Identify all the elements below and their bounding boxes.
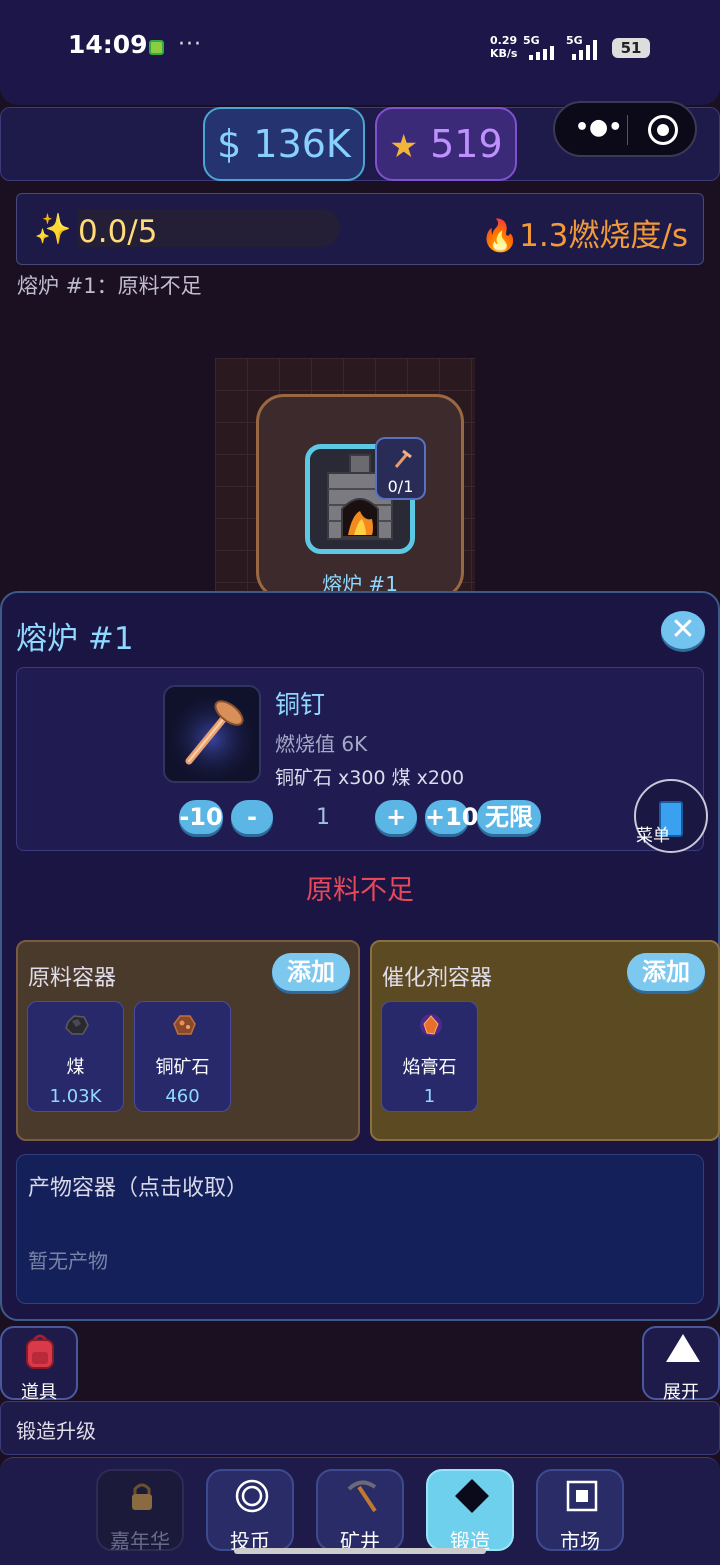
raw-slot-coal[interactable]: 煤 1.03K bbox=[27, 1001, 124, 1112]
catalyst-add-button[interactable]: 添加 bbox=[627, 953, 705, 991]
furnace-badge-count: 0/1 bbox=[387, 477, 414, 496]
tab-label: 市场 bbox=[560, 1529, 600, 1553]
diamond-icon bbox=[455, 1479, 489, 1513]
market-icon bbox=[566, 1480, 598, 1512]
panel-title: 熔炉 #1 bbox=[16, 621, 134, 657]
signal-bars-icon bbox=[525, 46, 561, 60]
money-display[interactable]: $ 136K bbox=[203, 107, 365, 181]
triangle-up-icon bbox=[666, 1334, 700, 1362]
home-indicator bbox=[234, 1548, 486, 1554]
raw-slot-copper-ore[interactable]: 铜矿石 460 bbox=[134, 1001, 231, 1112]
catalyst-slot-name: 焰膏石 bbox=[402, 1057, 457, 1078]
plus-button[interactable]: + bbox=[375, 800, 417, 834]
flame-stone-icon bbox=[420, 1014, 442, 1036]
minus-10-button[interactable]: -10 bbox=[179, 800, 223, 834]
money-value: $ 136K bbox=[217, 122, 351, 166]
product-empty-text: 暂无产物 bbox=[28, 1249, 108, 1273]
copper-nail-icon[interactable] bbox=[163, 685, 261, 783]
quantity-value[interactable]: 1 bbox=[300, 805, 346, 830]
tab-label: 嘉年华 bbox=[110, 1529, 170, 1553]
items-button[interactable]: 道具 bbox=[0, 1326, 78, 1403]
more-dots-icon[interactable]: •●• bbox=[575, 115, 622, 140]
tab-coin[interactable]: 投币 bbox=[206, 1469, 294, 1553]
expand-button[interactable]: 展开 bbox=[642, 1326, 720, 1403]
copper-ore-icon bbox=[173, 1015, 196, 1035]
recipe-name: 铜钉 bbox=[275, 690, 326, 719]
coal-icon bbox=[65, 1015, 89, 1035]
target-icon[interactable] bbox=[648, 115, 678, 145]
tab-mine[interactable]: 矿井 bbox=[316, 1469, 404, 1553]
pickaxe-icon bbox=[347, 1480, 377, 1513]
catalyst-slot-flame-stone[interactable]: 焰膏石 1 bbox=[381, 1001, 478, 1112]
infinite-button[interactable]: 无限 bbox=[477, 800, 541, 834]
raw-slot-name: 煤 bbox=[66, 1057, 85, 1078]
mini-program-capsule: •●• bbox=[553, 101, 697, 157]
coin-icon bbox=[235, 1479, 269, 1513]
plus-10-button[interactable]: +10 bbox=[425, 800, 479, 834]
tab-forge[interactable]: 锻造 bbox=[426, 1469, 514, 1553]
insufficient-warning: 原料不足 bbox=[306, 875, 414, 906]
nail-icon-small bbox=[394, 449, 412, 468]
sparkle-icon: ✨ bbox=[34, 212, 72, 247]
tab-market[interactable]: 市场 bbox=[536, 1469, 624, 1553]
star-icon: ★ bbox=[389, 127, 419, 165]
floating-menu-button[interactable]: 菜单 bbox=[634, 779, 708, 853]
raw-slot-count: 460 bbox=[165, 1086, 200, 1107]
raw-add-button[interactable]: 添加 bbox=[272, 953, 350, 991]
forge-upgrade-bar[interactable] bbox=[0, 1401, 720, 1455]
recipe-box bbox=[16, 667, 704, 851]
status-time: 14:09 bbox=[68, 30, 148, 59]
app-notification-icon bbox=[149, 40, 164, 55]
raw-slot-name: 铜矿石 bbox=[155, 1057, 210, 1078]
product-container-title: 产物容器（点击收取） bbox=[28, 1176, 249, 1201]
recipe-burn-value: 燃烧值 6K bbox=[275, 732, 368, 756]
furnace-status-line: 熔炉 #1：原料不足 bbox=[17, 274, 202, 298]
catalyst-slot-count: 1 bbox=[423, 1086, 436, 1107]
network-speed: 0.29 KB/s bbox=[490, 34, 518, 60]
catalyst-container-title: 催化剂容器 bbox=[382, 966, 493, 991]
floating-menu-label: 菜单 bbox=[636, 826, 670, 846]
star-display[interactable]: ★ 519 bbox=[375, 107, 517, 181]
close-button[interactable]: ✕ bbox=[661, 611, 705, 649]
raw-slot-count: 1.03K bbox=[49, 1086, 102, 1107]
raw-container-title: 原料容器 bbox=[28, 966, 117, 991]
capsule-divider bbox=[627, 115, 628, 145]
forge-upgrade-label: 锻造升级 bbox=[16, 1419, 96, 1443]
burn-rate: 🔥1.3燃烧度/s bbox=[480, 218, 689, 254]
furnace-slot-badge[interactable]: 0/1 bbox=[375, 437, 426, 500]
backpack-icon bbox=[26, 1334, 54, 1369]
more-notifications-icon: ··· bbox=[178, 32, 202, 57]
signal-bars-icon-2 bbox=[568, 40, 604, 60]
star-value: 519 bbox=[430, 122, 503, 166]
battery-icon: 51 bbox=[612, 38, 650, 58]
recipe-requirements: 铜矿石 x300 煤 x200 bbox=[275, 767, 465, 789]
lock-icon bbox=[132, 1483, 152, 1510]
tab-carnival[interactable]: 嘉年华 bbox=[96, 1469, 184, 1553]
minus-button[interactable]: - bbox=[231, 800, 273, 834]
progress-text: 0.0/5 bbox=[78, 214, 158, 250]
